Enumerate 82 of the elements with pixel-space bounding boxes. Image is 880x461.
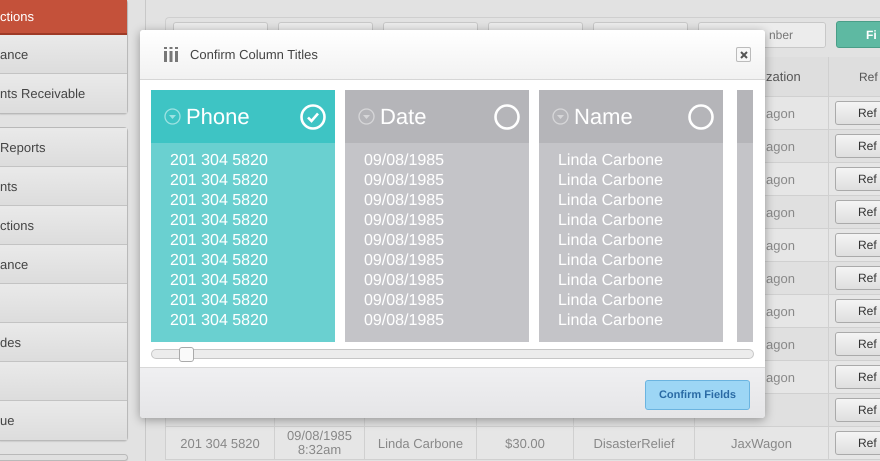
- column-value: 09/08/1985: [364, 271, 446, 291]
- column-header: zation: [766, 69, 801, 84]
- ref-button[interactable]: Ref: [835, 134, 880, 158]
- column-value: 201 304 5820: [170, 231, 269, 251]
- close-button[interactable]: [736, 47, 751, 62]
- ref-button[interactable]: Ref: [835, 431, 880, 455]
- column-value: Linda Carbone: [558, 151, 664, 171]
- column-value: 201 304 5820: [170, 191, 269, 211]
- column-header: Ref: [858, 70, 878, 84]
- sidebar-item[interactable]: des: [0, 323, 127, 362]
- empty-circle-icon[interactable]: [494, 104, 520, 130]
- table-cell: agon: [766, 138, 795, 154]
- table-cell: agon: [766, 204, 795, 220]
- check-circle-icon[interactable]: [300, 104, 326, 130]
- table-cell: 201 304 5820: [180, 436, 260, 450]
- table-cell: agon: [766, 238, 795, 252]
- column-value: 09/08/1985: [364, 311, 446, 331]
- sidebar-item[interactable]: Reports: [0, 128, 127, 167]
- confirm-button[interactable]: Confirm Fields: [644, 380, 750, 410]
- column-value: Linda Carbone: [558, 311, 664, 331]
- table-cell: DisasterRelief: [594, 436, 674, 450]
- column-value: 201 304 5820: [170, 271, 269, 291]
- dropdown-icon[interactable]: [358, 108, 375, 125]
- column-value: 201 304 5820: [170, 151, 269, 171]
- column-value: Linda Carbone: [558, 171, 664, 191]
- ref-button[interactable]: Ref: [835, 332, 880, 356]
- column-value: 09/08/1985: [364, 231, 446, 251]
- column-value: 201 304 5820: [170, 211, 269, 231]
- sidebar-item[interactable]: ance: [0, 35, 127, 74]
- table-cell: agon: [766, 172, 795, 186]
- table-cell: agon: [766, 106, 795, 120]
- close-icon: [740, 50, 748, 58]
- column-value: Linda Carbone: [558, 251, 664, 271]
- column-value: Linda Carbone: [558, 191, 664, 211]
- column-value: Linda Carbone: [558, 211, 664, 231]
- ref-button[interactable]: Ref: [835, 365, 880, 389]
- table-cell: agon: [766, 304, 795, 318]
- scrollbar[interactable]: [151, 349, 754, 359]
- sidebar-item[interactable]: ctions: [0, 0, 127, 35]
- sidebar-item[interactable]: nts Receivable: [0, 74, 127, 113]
- column-value: Linda Carbone: [558, 291, 664, 311]
- ref-button[interactable]: Ref: [835, 167, 880, 191]
- ref-button[interactable]: Ref: [835, 233, 880, 257]
- column-value: 09/08/1985: [364, 291, 446, 311]
- column-value: 201 304 5820: [170, 171, 269, 191]
- column-value: 201 304 5820: [170, 311, 269, 331]
- column-value: Linda Carbone: [558, 271, 664, 291]
- scrollbar-thumb[interactable]: [179, 347, 194, 362]
- ref-button[interactable]: Ref: [835, 299, 880, 323]
- table-cell: Linda Carbone: [378, 436, 464, 450]
- column-value: Linda Carbone: [558, 231, 664, 251]
- table-cell: agon: [766, 336, 795, 352]
- sidebar-item[interactable]: ance: [0, 245, 127, 284]
- ref-button[interactable]: Ref: [835, 398, 880, 422]
- table-cell-text: 09/08/1985 8:32am: [286, 429, 354, 457]
- column-title: Date: [380, 104, 428, 130]
- sidebar-item[interactable]: nts: [0, 167, 127, 206]
- sidebar-item[interactable]: [0, 284, 127, 323]
- sidebar-item[interactable]: [0, 362, 127, 401]
- column-value: 09/08/1985: [364, 151, 446, 171]
- ref-button[interactable]: Ref: [835, 101, 880, 125]
- column-value: 09/08/1985: [364, 171, 446, 191]
- sidebar-item[interactable]: ue: [0, 401, 127, 440]
- sidebar-item[interactable]: ctions: [0, 206, 127, 245]
- column-value: 09/08/1985: [364, 211, 446, 231]
- column-value: 201 304 5820: [170, 251, 269, 271]
- column-value: 09/08/1985: [364, 251, 446, 271]
- table-cell: $30.00: [505, 436, 545, 450]
- column-value: 201 304 5820: [170, 291, 269, 311]
- column-title: Name: [574, 104, 634, 130]
- dropdown-icon[interactable]: [164, 108, 181, 125]
- table-cell: agon: [766, 270, 795, 286]
- dialog-title: Confirm Column Titles: [190, 47, 319, 62]
- columns-icon: [164, 47, 178, 62]
- column-value: 09/08/1985: [364, 191, 446, 211]
- dropdown-icon[interactable]: [552, 108, 569, 125]
- ref-button[interactable]: Ref: [835, 200, 880, 224]
- empty-circle-icon[interactable]: [688, 104, 714, 130]
- ref-button[interactable]: Ref: [835, 266, 880, 290]
- table-cell: agon: [766, 370, 795, 384]
- column-title: Phone: [186, 104, 251, 130]
- table-cell: JaxWagon: [731, 436, 792, 450]
